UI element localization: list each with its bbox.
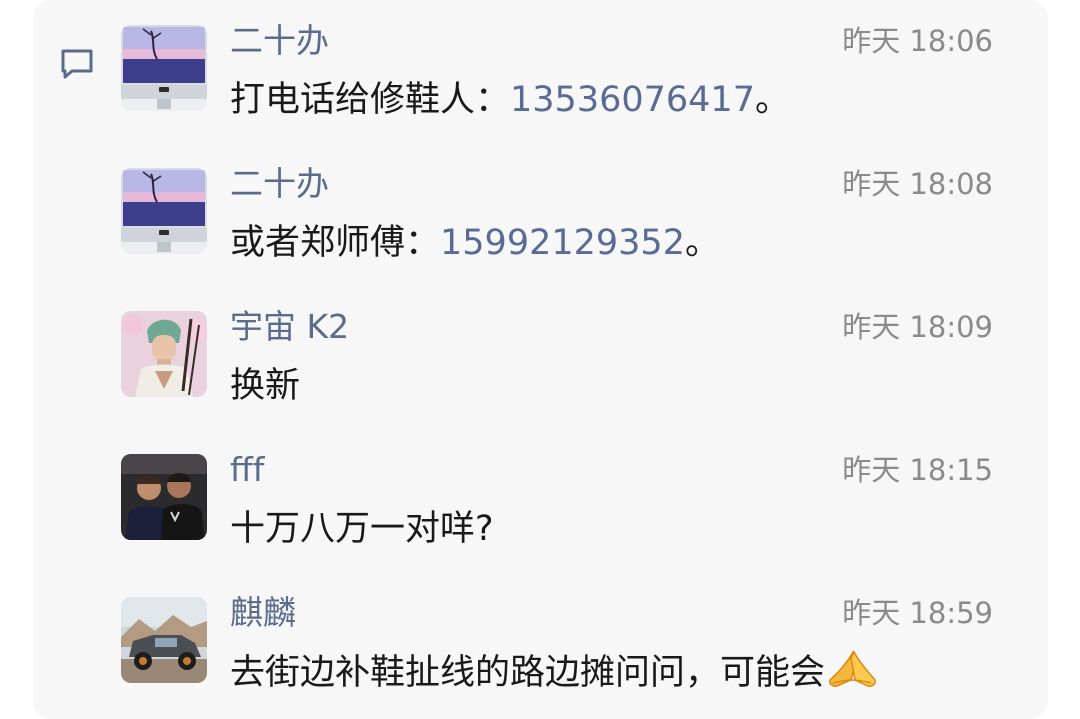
message-item: 二十办 昨天 18:06 打电话给修鞋人：13536076417。 [120,21,1000,145]
message-item: fff 昨天 18:15 十万八万一对咩? [120,450,1000,574]
message-text-part: 或者郑师傅： [230,223,441,263]
message-text: 打电话给修鞋人：13536076417。 [230,78,790,122]
sender-name[interactable]: 麒麟 [230,593,296,633]
message-text: 或者郑师傅：15992129352。 [230,221,720,265]
two-men-photo-avatar[interactable] [121,454,207,540]
message-time: 昨天 18:09 [842,310,993,344]
phone-link[interactable]: 15992129352 [440,223,685,263]
offroad-truck-avatar[interactable] [121,597,207,683]
message-time: 昨天 18:06 [842,24,993,58]
message-item: 宇宙 K2 昨天 18:09 换新 [120,307,1000,431]
folded-hands-emoji-icon [827,650,877,701]
message-text-part: 打电话给修鞋人： [230,80,511,120]
message-item: 麒麟 昨天 18:59 去街边补鞋扯线的路边摊问问，可能会 [120,593,1000,717]
message-text-part: 。 [754,80,790,120]
message-text-part: 。 [684,223,720,263]
phone-link[interactable]: 13536076417 [510,80,755,120]
sender-name[interactable]: 二十办 [230,164,329,204]
message-time: 昨天 18:08 [842,167,993,201]
message-time: 昨天 18:59 [842,596,993,630]
sender-name[interactable]: 二十办 [230,21,329,61]
anime-character-avatar[interactable] [121,311,207,397]
imac-avatar[interactable] [121,168,207,254]
message-time: 昨天 18:15 [842,453,993,487]
message-text: 十万八万一对咩? [230,509,494,549]
sender-name[interactable]: fff [230,450,264,490]
message-text: 换新 [230,366,301,406]
comment-icon[interactable] [60,48,94,80]
message-item: 二十办 昨天 18:08 或者郑师傅：15992129352。 [120,164,1000,288]
imac-avatar[interactable] [121,25,207,111]
message-text: 去街边补鞋扯线的路边摊问问，可能会 [230,650,877,701]
message-text-part: 去街边补鞋扯线的路边摊问问，可能会 [230,653,826,693]
sender-name[interactable]: 宇宙 K2 [230,307,349,347]
